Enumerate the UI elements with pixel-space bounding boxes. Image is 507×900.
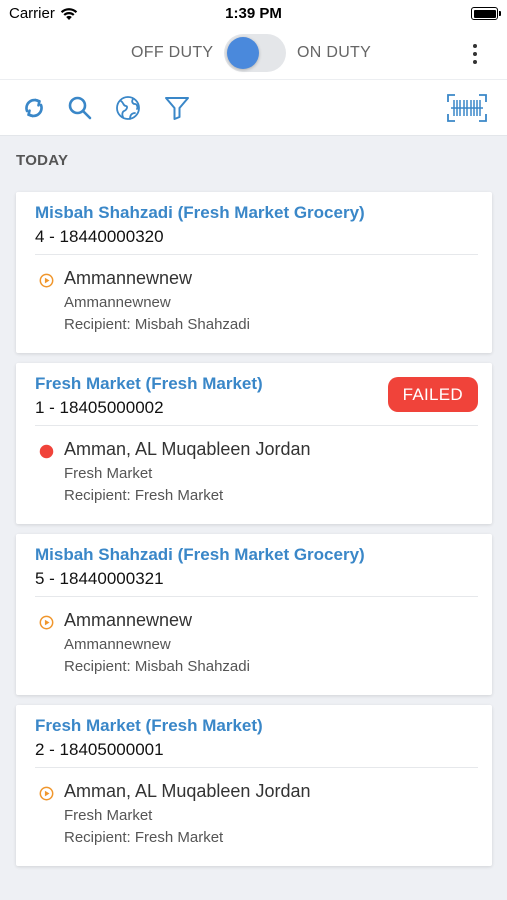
order-recipient: Recipient: Misbah Shahzadi	[64, 316, 250, 333]
order-subtitle: Fresh Market	[64, 465, 153, 482]
pending-marker-icon	[39, 615, 54, 630]
status-bar: Carrier 1:39 PM	[0, 0, 507, 30]
more-dot-icon	[473, 52, 477, 56]
order-recipient: Recipient: Fresh Market	[64, 487, 224, 504]
toolbar	[0, 80, 507, 135]
app-header: Carrier 1:39 PM OFF DUTY ON DUTY	[0, 0, 507, 136]
divider	[35, 596, 478, 597]
toggle-knob	[227, 37, 259, 69]
order-card[interactable]: Fresh Market (Fresh Market) 2 - 18405000…	[16, 705, 492, 866]
order-id: 1 - 18405000002	[35, 398, 164, 417]
order-title: Fresh Market (Fresh Market)	[35, 374, 263, 393]
order-subtitle: Ammannewnew	[64, 636, 171, 653]
pending-marker-icon	[39, 786, 54, 801]
order-address: Amman, AL Muqableen Jordan	[64, 439, 311, 459]
order-recipient: Recipient: Misbah Shahzadi	[64, 658, 250, 675]
refresh-icon[interactable]	[20, 94, 48, 122]
duty-toggle[interactable]	[224, 34, 286, 72]
divider	[35, 425, 478, 426]
order-card[interactable]: Misbah Shahzadi (Fresh Market Grocery) 4…	[16, 192, 492, 353]
filter-icon[interactable]	[163, 94, 191, 122]
more-dot-icon	[473, 60, 477, 64]
pending-marker-icon	[39, 273, 54, 288]
on-duty-label: ON DUTY	[297, 44, 372, 61]
order-title: Fresh Market (Fresh Market)	[35, 716, 263, 735]
divider	[35, 767, 478, 768]
order-id: 5 - 18440000321	[35, 569, 164, 588]
order-card[interactable]: Fresh Market (Fresh Market) 1 - 18405000…	[16, 363, 492, 524]
battery-icon	[471, 7, 501, 20]
failed-marker-icon	[39, 444, 54, 459]
order-id: 4 - 18440000320	[35, 227, 164, 246]
order-address: Ammannewnew	[64, 610, 193, 630]
more-options-button[interactable]	[461, 40, 489, 68]
order-title: Misbah Shahzadi (Fresh Market Grocery)	[35, 545, 365, 564]
more-dot-icon	[473, 44, 477, 48]
status-time: 1:39 PM	[225, 5, 282, 22]
order-recipient: Recipient: Fresh Market	[64, 829, 224, 846]
duty-row: OFF DUTY ON DUTY	[0, 30, 507, 80]
order-title: Misbah Shahzadi (Fresh Market Grocery)	[35, 203, 365, 222]
divider	[35, 254, 478, 255]
order-subtitle: Ammannewnew	[64, 294, 171, 311]
order-address: Amman, AL Muqableen Jordan	[64, 781, 311, 801]
section-title-today: TODAY	[16, 152, 69, 169]
globe-icon[interactable]	[114, 94, 142, 122]
barcode-scan-icon[interactable]	[447, 94, 487, 122]
order-subtitle: Fresh Market	[64, 807, 153, 824]
search-icon[interactable]	[66, 94, 94, 122]
off-duty-label: OFF DUTY	[131, 44, 214, 61]
order-address: Ammannewnew	[64, 268, 193, 288]
status-badge: FAILED	[387, 377, 478, 412]
order-id: 2 - 18405000001	[35, 740, 164, 759]
order-card[interactable]: Misbah Shahzadi (Fresh Market Grocery) 5…	[16, 534, 492, 695]
